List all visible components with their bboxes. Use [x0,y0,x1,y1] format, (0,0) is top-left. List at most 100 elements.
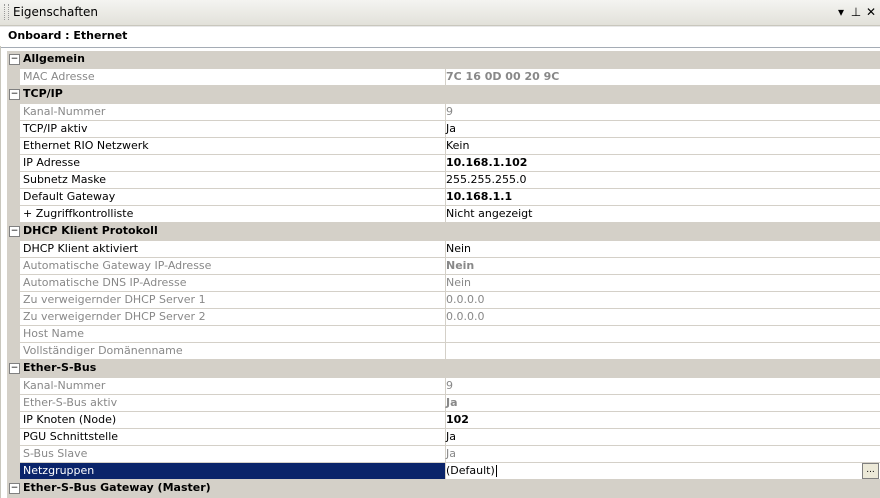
row-gutter [7,104,20,121]
property-name[interactable]: Subnetz Maske [20,172,446,189]
category-row[interactable]: − TCP/IP [7,86,880,104]
row-gutter [7,343,20,360]
collapse-icon[interactable]: − [9,363,20,374]
property-row[interactable]: MAC Adresse 7C 16 0D 00 20 9C [7,69,880,86]
property-row[interactable]: PGU Schnittstelle Ja [7,429,880,446]
property-value[interactable]: 9 [444,378,880,395]
property-row[interactable]: IP Adresse 10.168.1.102 [7,155,880,172]
collapse-icon[interactable]: − [9,483,20,494]
property-name[interactable]: TCP/IP aktiv [20,121,446,138]
property-name[interactable]: Ether-S-Bus aktiv [20,395,446,412]
property-row[interactable]: Zu verweigernder DHCP Server 1 0.0.0.0 [7,292,880,309]
property-row[interactable]: DHCP Klient aktiviert Nein [7,241,880,258]
property-row[interactable]: Kanal-Nummer 9 [7,378,880,395]
property-name[interactable]: Ethernet RIO Netzwerk [20,138,446,155]
property-name[interactable]: S-Bus Slave [20,446,446,463]
property-row[interactable]: Netzgruppen (Default)... [7,463,880,480]
property-name[interactable]: IP Knoten (Node) [20,412,446,429]
ellipsis-button[interactable]: ... [862,463,879,479]
property-row[interactable]: Host Name [7,326,880,343]
properties-titlebar: Eigenschaften ▾ ⊥ ✕ [0,0,880,26]
category-row[interactable]: − DHCP Klient Protokoll [7,223,880,241]
property-name[interactable]: IP Adresse [20,155,446,172]
property-value[interactable]: 9 [444,104,880,121]
property-row[interactable]: Subnetz Maske 255.255.255.0 [7,172,880,189]
property-value[interactable]: 7C 16 0D 00 20 9C [444,69,880,86]
property-value[interactable] [444,343,880,360]
property-value[interactable]: Ja [444,395,880,412]
property-value[interactable]: Ja [444,429,880,446]
property-value-text: Nein [446,276,472,289]
property-value-text: Ja [446,447,456,460]
property-value-text: 7C 16 0D 00 20 9C [446,70,560,83]
collapse-icon[interactable]: − [9,89,20,100]
property-row[interactable]: Ethernet RIO Netzwerk Kein [7,138,880,155]
property-value-text: 0.0.0.0 [446,293,485,306]
property-row[interactable]: S-Bus Slave Ja [7,446,880,463]
property-row[interactable]: Ether-S-Bus aktiv Ja [7,395,880,412]
property-name[interactable]: Automatische DNS IP-Adresse [20,275,446,292]
row-gutter [7,275,20,292]
category-label: Ether-S-Bus Gateway (Master) [23,481,211,494]
category-row[interactable]: − Ether-S-Bus [7,360,880,378]
property-name[interactable]: Vollständiger Domänenname [20,343,446,360]
property-row[interactable]: Default Gateway 10.168.1.1 [7,189,880,206]
property-value-text: (Default) [446,464,495,477]
property-row[interactable]: TCP/IP aktiv Ja [7,121,880,138]
object-selector[interactable]: Onboard : Ethernet [0,26,880,48]
row-gutter [7,395,20,412]
close-icon[interactable]: ✕ [864,4,878,20]
property-name[interactable]: MAC Adresse [20,69,446,86]
collapse-icon[interactable]: − [9,54,20,65]
property-value[interactable]: Ja [444,446,880,463]
property-row[interactable]: IP Knoten (Node) 102 [7,412,880,429]
property-value-text: Nicht angezeigt [446,207,533,220]
pin-icon[interactable]: ⊥ [849,4,863,20]
collapse-icon[interactable]: − [9,226,20,237]
property-row[interactable]: + Zugriffkontrolliste Nicht angezeigt [7,206,880,223]
property-value[interactable]: (Default)... [444,463,880,480]
property-row[interactable]: Zu verweigernder DHCP Server 2 0.0.0.0 [7,309,880,326]
property-value[interactable]: Kein [444,138,880,155]
property-value-text: 9 [446,105,453,118]
property-row[interactable]: Vollständiger Domänenname [7,343,880,360]
property-value[interactable]: Nein [444,275,880,292]
drag-grip-icon[interactable] [4,4,9,20]
category-label: TCP/IP [23,87,63,100]
property-name[interactable]: Host Name [20,326,446,343]
property-name[interactable]: Zu verweigernder DHCP Server 1 [20,292,446,309]
property-value[interactable] [444,326,880,343]
property-name[interactable]: Automatische Gateway IP-Adresse [20,258,446,275]
property-name[interactable]: DHCP Klient aktiviert [20,241,446,258]
category-row[interactable]: − Ether-S-Bus Gateway (Master) [7,480,880,498]
category-label: Allgemein [23,52,85,65]
category-row[interactable]: − Allgemein [7,51,880,69]
property-name[interactable]: Netzgruppen [20,463,446,480]
property-value[interactable]: 0.0.0.0 [444,292,880,309]
row-gutter [7,309,20,326]
panel-title: Eigenschaften [13,5,99,19]
property-name[interactable]: PGU Schnittstelle [20,429,446,446]
property-value[interactable]: Nein [444,241,880,258]
property-value[interactable]: Nein [444,258,880,275]
property-row[interactable]: Automatische DNS IP-Adresse Nein [7,275,880,292]
property-value-text: Kein [446,139,470,152]
property-value[interactable]: Nicht angezeigt [444,206,880,223]
property-value-text: 0.0.0.0 [446,310,485,323]
property-value[interactable]: Ja [444,121,880,138]
dropdown-arrow-icon[interactable]: ▾ [834,4,848,20]
property-name[interactable]: Kanal-Nummer [20,378,446,395]
property-value[interactable]: 102 [444,412,880,429]
property-name[interactable]: Kanal-Nummer [20,104,446,121]
property-row[interactable]: Automatische Gateway IP-Adresse Nein [7,258,880,275]
property-value[interactable]: 10.168.1.102 [444,155,880,172]
property-value[interactable]: 10.168.1.1 [444,189,880,206]
property-value[interactable]: 0.0.0.0 [444,309,880,326]
property-name[interactable]: Zu verweigernder DHCP Server 2 [20,309,446,326]
property-name[interactable]: + Zugriffkontrolliste [20,206,446,223]
property-name[interactable]: Default Gateway [20,189,446,206]
property-value[interactable]: 255.255.255.0 [444,172,880,189]
property-row[interactable]: Kanal-Nummer 9 [7,104,880,121]
property-value-text: 10.168.1.1 [446,190,513,203]
row-gutter [7,292,20,309]
